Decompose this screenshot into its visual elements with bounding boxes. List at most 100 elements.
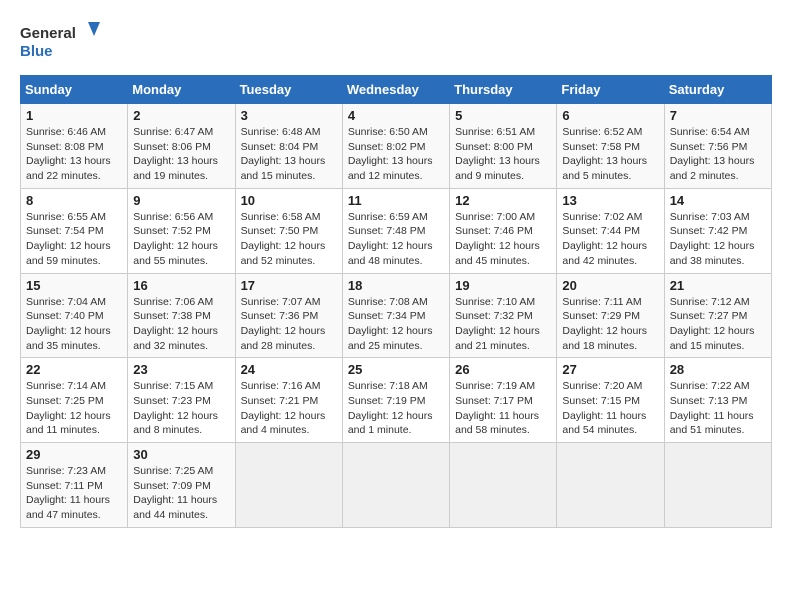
calendar-cell xyxy=(664,443,771,528)
calendar-table: SundayMondayTuesdayWednesdayThursdayFrid… xyxy=(20,75,772,528)
day-number: 16 xyxy=(133,278,229,293)
calendar-cell: 7 Sunrise: 6:54 AM Sunset: 7:56 PM Daylig… xyxy=(664,104,771,189)
col-header-sunday: Sunday xyxy=(21,76,128,104)
col-header-wednesday: Wednesday xyxy=(342,76,449,104)
col-header-saturday: Saturday xyxy=(664,76,771,104)
day-detail: Sunrise: 7:22 AM Sunset: 7:13 PM Dayligh… xyxy=(670,379,766,438)
day-detail: Sunrise: 6:54 AM Sunset: 7:56 PM Dayligh… xyxy=(670,125,766,184)
svg-text:General: General xyxy=(20,25,76,42)
day-number: 20 xyxy=(562,278,658,293)
day-number: 25 xyxy=(348,362,444,377)
day-detail: Sunrise: 7:03 AM Sunset: 7:42 PM Dayligh… xyxy=(670,210,766,269)
day-number: 1 xyxy=(26,108,122,123)
calendar-cell: 19Sunrise: 7:10 AM Sunset: 7:32 PM Dayli… xyxy=(450,273,557,358)
day-number: 19 xyxy=(455,278,551,293)
day-detail: Sunrise: 6:59 AM Sunset: 7:48 PM Dayligh… xyxy=(348,210,444,269)
day-number: 23 xyxy=(133,362,229,377)
calendar-cell: 13 Sunrise: 7:02 AM Sunset: 7:44 PM Dayli… xyxy=(557,188,664,273)
day-number: 4 xyxy=(348,108,444,123)
day-detail: Sunrise: 6:52 AM Sunset: 7:58 PM Dayligh… xyxy=(562,125,658,184)
day-number: 18 xyxy=(348,278,444,293)
calendar-cell: 14 Sunrise: 7:03 AM Sunset: 7:42 PM Dayli… xyxy=(664,188,771,273)
day-detail: Sunrise: 7:15 AM Sunset: 7:23 PM Dayligh… xyxy=(133,379,229,438)
calendar-cell: 3 Sunrise: 6:48 AM Sunset: 8:04 PM Daylig… xyxy=(235,104,342,189)
calendar-cell: 24 Sunrise: 7:16 AM Sunset: 7:21 PM Dayli… xyxy=(235,358,342,443)
day-detail: Sunrise: 7:19 AM Sunset: 7:17 PM Dayligh… xyxy=(455,379,551,438)
day-number: 2 xyxy=(133,108,229,123)
day-number: 17 xyxy=(241,278,337,293)
logo-svg: General Blue xyxy=(20,20,100,65)
logo: General Blue xyxy=(20,20,100,65)
calendar-cell: 2 Sunrise: 6:47 AM Sunset: 8:06 PM Daylig… xyxy=(128,104,235,189)
calendar-cell: 20Sunrise: 7:11 AM Sunset: 7:29 PM Dayli… xyxy=(557,273,664,358)
calendar-cell xyxy=(342,443,449,528)
day-number: 29 xyxy=(26,447,122,462)
calendar-cell: 9 Sunrise: 6:56 AM Sunset: 7:52 PM Daylig… xyxy=(128,188,235,273)
day-detail: Sunrise: 7:14 AM Sunset: 7:25 PM Dayligh… xyxy=(26,379,122,438)
day-number: 11 xyxy=(348,193,444,208)
calendar-cell: 4 Sunrise: 6:50 AM Sunset: 8:02 PM Daylig… xyxy=(342,104,449,189)
calendar-cell: 26 Sunrise: 7:19 AM Sunset: 7:17 PM Dayli… xyxy=(450,358,557,443)
calendar-cell: 1 Sunrise: 6:46 AM Sunset: 8:08 PM Daylig… xyxy=(21,104,128,189)
day-detail: Sunrise: 6:48 AM Sunset: 8:04 PM Dayligh… xyxy=(241,125,337,184)
page-header: General Blue xyxy=(20,20,772,65)
col-header-tuesday: Tuesday xyxy=(235,76,342,104)
day-detail: Sunrise: 7:04 AM Sunset: 7:40 PM Dayligh… xyxy=(26,295,122,354)
day-detail: Sunrise: 6:55 AM Sunset: 7:54 PM Dayligh… xyxy=(26,210,122,269)
day-number: 7 xyxy=(670,108,766,123)
day-number: 3 xyxy=(241,108,337,123)
day-number: 24 xyxy=(241,362,337,377)
day-detail: Sunrise: 7:16 AM Sunset: 7:21 PM Dayligh… xyxy=(241,379,337,438)
day-detail: Sunrise: 7:06 AM Sunset: 7:38 PM Dayligh… xyxy=(133,295,229,354)
day-detail: Sunrise: 6:58 AM Sunset: 7:50 PM Dayligh… xyxy=(241,210,337,269)
calendar-cell: 30 Sunrise: 7:25 AM Sunset: 7:09 PM Dayli… xyxy=(128,443,235,528)
day-number: 9 xyxy=(133,193,229,208)
day-number: 30 xyxy=(133,447,229,462)
day-detail: Sunrise: 7:25 AM Sunset: 7:09 PM Dayligh… xyxy=(133,464,229,523)
calendar-cell: 28 Sunrise: 7:22 AM Sunset: 7:13 PM Dayli… xyxy=(664,358,771,443)
calendar-cell: 17Sunrise: 7:07 AM Sunset: 7:36 PM Dayli… xyxy=(235,273,342,358)
day-detail: Sunrise: 6:56 AM Sunset: 7:52 PM Dayligh… xyxy=(133,210,229,269)
day-detail: Sunrise: 7:23 AM Sunset: 7:11 PM Dayligh… xyxy=(26,464,122,523)
day-number: 14 xyxy=(670,193,766,208)
col-header-monday: Monday xyxy=(128,76,235,104)
day-number: 26 xyxy=(455,362,551,377)
col-header-friday: Friday xyxy=(557,76,664,104)
calendar-cell: 6Sunrise: 6:52 AM Sunset: 7:58 PM Daylig… xyxy=(557,104,664,189)
day-number: 5 xyxy=(455,108,551,123)
day-detail: Sunrise: 7:12 AM Sunset: 7:27 PM Dayligh… xyxy=(670,295,766,354)
day-number: 15 xyxy=(26,278,122,293)
calendar-cell: 29 Sunrise: 7:23 AM Sunset: 7:11 PM Dayli… xyxy=(21,443,128,528)
calendar-cell: 12 Sunrise: 7:00 AM Sunset: 7:46 PM Dayli… xyxy=(450,188,557,273)
day-detail: Sunrise: 6:50 AM Sunset: 8:02 PM Dayligh… xyxy=(348,125,444,184)
day-detail: Sunrise: 7:02 AM Sunset: 7:44 PM Dayligh… xyxy=(562,210,658,269)
day-number: 27 xyxy=(562,362,658,377)
calendar-cell: 23 Sunrise: 7:15 AM Sunset: 7:23 PM Dayli… xyxy=(128,358,235,443)
day-number: 12 xyxy=(455,193,551,208)
day-detail: Sunrise: 6:47 AM Sunset: 8:06 PM Dayligh… xyxy=(133,125,229,184)
day-detail: Sunrise: 7:08 AM Sunset: 7:34 PM Dayligh… xyxy=(348,295,444,354)
day-number: 10 xyxy=(241,193,337,208)
calendar-cell xyxy=(557,443,664,528)
day-number: 13 xyxy=(562,193,658,208)
day-detail: Sunrise: 6:46 AM Sunset: 8:08 PM Dayligh… xyxy=(26,125,122,184)
calendar-cell: 10 Sunrise: 6:58 AM Sunset: 7:50 PM Dayli… xyxy=(235,188,342,273)
day-number: 21 xyxy=(670,278,766,293)
calendar-cell: 15 Sunrise: 7:04 AM Sunset: 7:40 PM Dayli… xyxy=(21,273,128,358)
calendar-cell: 18 Sunrise: 7:08 AM Sunset: 7:34 PM Dayli… xyxy=(342,273,449,358)
calendar-cell: 5 Sunrise: 6:51 AM Sunset: 8:00 PM Daylig… xyxy=(450,104,557,189)
day-detail: Sunrise: 7:20 AM Sunset: 7:15 PM Dayligh… xyxy=(562,379,658,438)
calendar-cell xyxy=(235,443,342,528)
day-detail: Sunrise: 7:00 AM Sunset: 7:46 PM Dayligh… xyxy=(455,210,551,269)
col-header-thursday: Thursday xyxy=(450,76,557,104)
day-number: 28 xyxy=(670,362,766,377)
calendar-cell: 8 Sunrise: 6:55 AM Sunset: 7:54 PM Daylig… xyxy=(21,188,128,273)
calendar-cell xyxy=(450,443,557,528)
calendar-cell: 21 Sunrise: 7:12 AM Sunset: 7:27 PM Dayli… xyxy=(664,273,771,358)
calendar-cell: 22 Sunrise: 7:14 AM Sunset: 7:25 PM Dayli… xyxy=(21,358,128,443)
day-number: 8 xyxy=(26,193,122,208)
calendar-cell: 11 Sunrise: 6:59 AM Sunset: 7:48 PM Dayli… xyxy=(342,188,449,273)
calendar-cell: 27 Sunrise: 7:20 AM Sunset: 7:15 PM Dayli… xyxy=(557,358,664,443)
day-number: 22 xyxy=(26,362,122,377)
day-detail: Sunrise: 6:51 AM Sunset: 8:00 PM Dayligh… xyxy=(455,125,551,184)
